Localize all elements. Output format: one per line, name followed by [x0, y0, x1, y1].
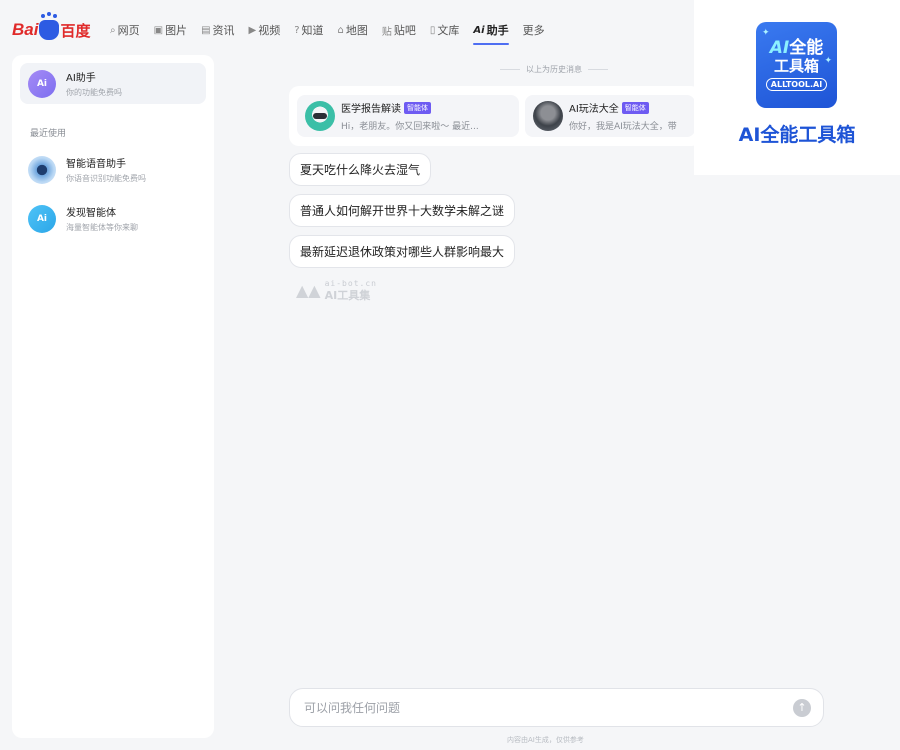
nav-label: 图片 — [165, 24, 188, 37]
image-icon: ▣ — [153, 24, 164, 36]
agent-name: AI玩法大全 — [569, 104, 619, 115]
divider-line — [588, 69, 608, 70]
agent-card-medical-report[interactable]: 医学报告解读 智能体 Hi，老朋友。你又回来啦～ 最近... — [297, 95, 519, 137]
nav-label: 贴吧 — [393, 24, 416, 37]
watermark-name: AI工具集 — [324, 289, 371, 302]
suggestion-chip[interactable]: 普通人如何解开世界十大数学未解之谜 — [289, 194, 516, 227]
brand-overlay: ✦ ✦ AI全能 工具箱 ALLTOOL.AI AI全能工具箱 — [694, 0, 900, 175]
logo-line1-text: 全能 — [789, 37, 824, 58]
suggestion-chip[interactable]: 最新延迟退休政策对哪些人群影响最大 — [289, 235, 516, 268]
chat-input-box: ↑ — [289, 688, 824, 727]
agent-name: 医学报告解读 — [341, 104, 401, 115]
nav-item-tieba[interactable]: 贴贴吧 — [382, 22, 416, 38]
logo-baidu-text: 百度 — [60, 21, 91, 40]
sidebar-item-ai-assistant[interactable]: Ai AI助手 你的功能免费吗 — [20, 63, 206, 104]
recent-list: 智能语音助手 你语音识别功能免费吗 Ai 发现智能体 海量智能体等你来聊 — [20, 149, 206, 239]
agent-card-ai-fun[interactable]: AI玩法大全 智能体 你好，我是AI玩法大全，带 — [525, 95, 695, 137]
agent-avatar-icon — [533, 101, 563, 131]
logo-line2-text: 工具箱 — [773, 56, 819, 75]
history-divider: 以上为历史消息 — [500, 64, 608, 75]
sidebar-item-subtitle: 你的功能免费吗 — [66, 88, 122, 97]
nav-label: 文库 — [437, 24, 460, 37]
ai-icon: Ai — [473, 24, 485, 36]
agent-cards: 医学报告解读 智能体 Hi，老朋友。你又回来啦～ 最近... AI玩法大全 智能体 … — [289, 86, 701, 146]
nav-label: 资讯 — [212, 24, 235, 37]
sidebar: Ai AI助手 你的功能免费吗 最近使用 智能语音助手 你语音识别功能免费吗 A… — [12, 55, 214, 738]
nav-item-web[interactable]: ⌕ 网页 — [110, 22, 140, 38]
history-divider-text: 以上为历史消息 — [526, 65, 582, 74]
sparkle-icon: ✦ — [762, 28, 770, 38]
nav-label: 助手 — [486, 24, 509, 37]
top-nav: ⌕ 网页 ▣ 图片 ▤ 资讯 ▶ 视频 ? 知道 ⌂ 地图 贴贴吧 ▯ 文库 Ai 助手 更多 — [110, 22, 545, 45]
chat-input[interactable] — [304, 700, 793, 715]
nav-label: 更多 — [522, 24, 545, 37]
agent-badge: 智能体 — [621, 101, 649, 114]
divider-line — [500, 69, 520, 70]
alltool-logo: ✦ ✦ AI全能 工具箱 ALLTOOL.AI — [756, 22, 837, 108]
question-icon: ? — [294, 24, 300, 36]
sidebar-item-discover-agents[interactable]: Ai 发现智能体 海量智能体等你来聊 — [20, 198, 206, 239]
paw-icon — [39, 14, 60, 40]
robot-avatar-icon — [305, 101, 335, 131]
sidebar-item-voice-assistant[interactable]: 智能语音助手 你语音识别功能免费吗 — [20, 149, 206, 190]
nav-label: 知道 — [301, 24, 324, 37]
nav-label: 网页 — [117, 24, 140, 37]
agent-badge: 智能体 — [404, 101, 431, 114]
agent-desc: 你好，我是AI玩法大全，带 — [569, 122, 677, 132]
map-icon: ⌂ — [337, 24, 344, 36]
sidebar-item-title: 发现智能体 — [66, 208, 116, 219]
nav-item-video[interactable]: ▶ 视频 — [249, 22, 281, 38]
send-button[interactable]: ↑ — [793, 698, 811, 717]
voice-assistant-icon — [28, 155, 56, 184]
nav-label: 视频 — [258, 24, 281, 37]
logo-line3-text: ALLTOOL.AI — [765, 77, 828, 91]
agent-desc: Hi，老朋友。你又回来啦～ 最近... — [341, 122, 479, 132]
watermark: ▲▲ ai-bot.cn AI工具集 — [296, 279, 377, 302]
tieba-icon: 贴 — [381, 26, 392, 38]
sidebar-item-subtitle: 你语音识别功能免费吗 — [66, 174, 146, 183]
news-icon: ▤ — [201, 24, 211, 36]
watermark-url: ai-bot.cn — [324, 279, 377, 288]
sidebar-item-title: AI助手 — [66, 73, 96, 84]
video-icon: ▶ — [248, 24, 257, 36]
recent-section-label: 最近使用 — [30, 129, 67, 139]
ai-assistant-icon: Ai — [28, 69, 56, 98]
disclaimer-text: 内容由AI生成，仅供参考 — [507, 736, 584, 744]
search-icon: ⌕ — [110, 24, 116, 36]
nav-label: 地图 — [345, 24, 368, 37]
logo-bai-text: Bai — [12, 20, 39, 39]
sparkle-icon: ✦ — [824, 56, 832, 66]
mountain-icon: ▲▲ — [296, 281, 321, 300]
nav-item-map[interactable]: ⌂ 地图 — [338, 22, 368, 38]
nav-item-more[interactable]: 更多 — [523, 22, 545, 38]
discover-agents-icon: Ai — [28, 204, 56, 233]
nav-item-zhidao[interactable]: ? 知道 — [294, 22, 323, 38]
nav-item-news[interactable]: ▤ 资讯 — [201, 22, 234, 38]
doc-icon: ▯ — [429, 24, 436, 36]
brand-title: AI全能工具箱 — [738, 124, 856, 146]
logo-ai-text: AI — [769, 37, 790, 58]
sidebar-item-subtitle: 海量智能体等你来聊 — [66, 223, 138, 232]
baidu-logo[interactable]: Bai 百度 — [12, 14, 91, 43]
nav-item-ai-assistant[interactable]: Ai 助手 — [473, 22, 509, 45]
nav-item-wenku[interactable]: ▯ 文库 — [430, 22, 460, 38]
suggestion-chip[interactable]: 夏天吃什么降火去湿气 — [289, 153, 432, 186]
nav-item-images[interactable]: ▣ 图片 — [154, 22, 187, 38]
sidebar-item-title: 智能语音助手 — [66, 159, 126, 170]
